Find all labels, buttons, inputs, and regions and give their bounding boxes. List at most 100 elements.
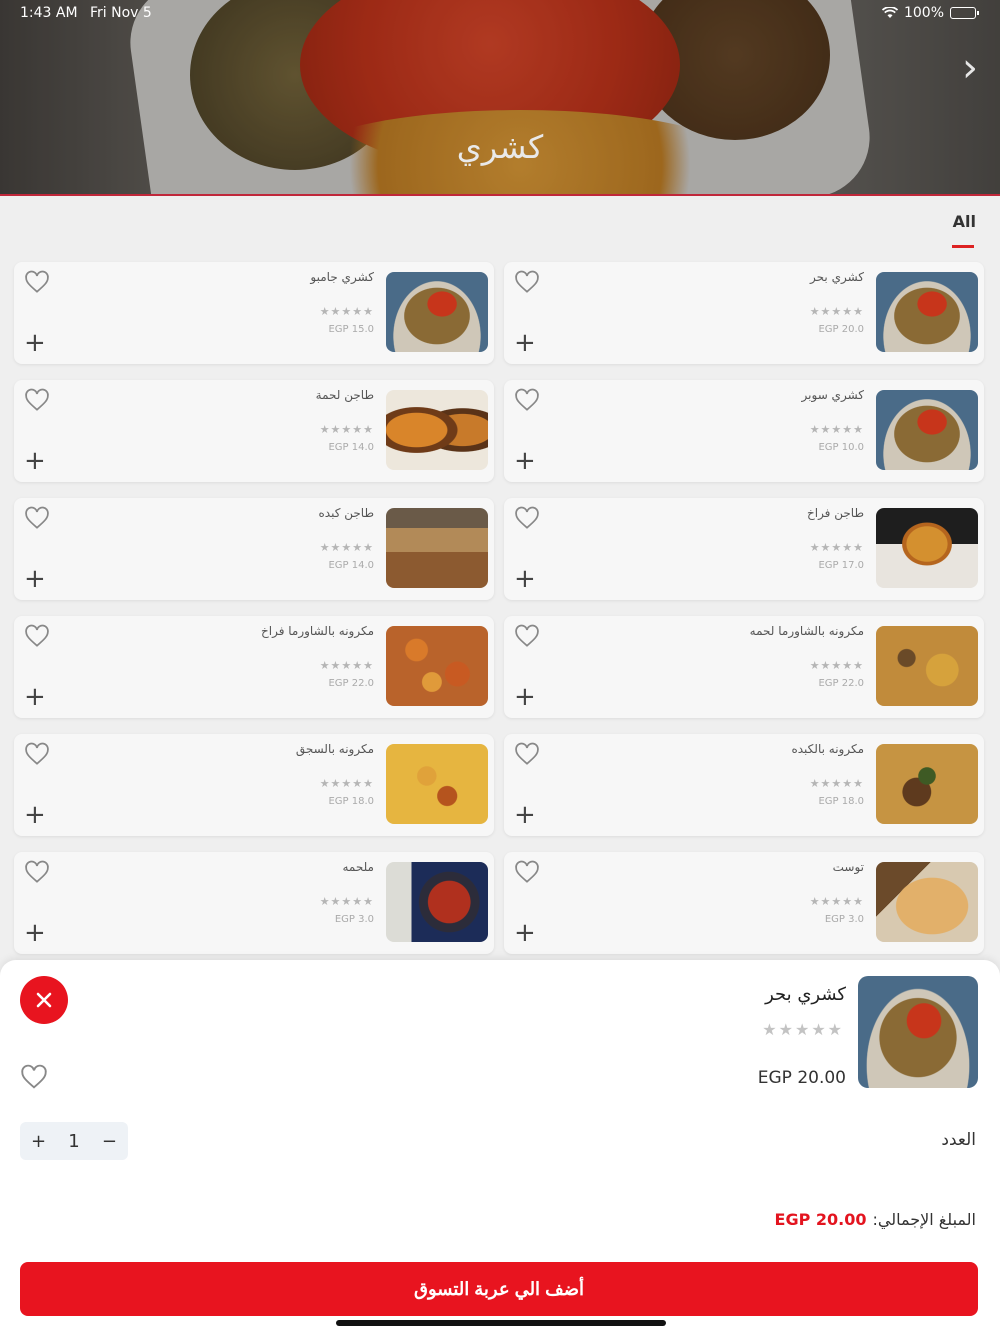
product-name: مكرونه بالشاورما فراخ — [261, 624, 374, 638]
increment-button[interactable]: + — [31, 1131, 46, 1152]
status-date: Fri Nov 5 — [90, 5, 152, 21]
add-icon[interactable]: + — [514, 684, 536, 710]
product-grid: كشري جامبو ★★★★★ EGP 15.0 + كشري بحر ★★★★★ EGP… — [14, 262, 986, 954]
heart-icon[interactable] — [24, 742, 50, 768]
battery-percent: 100% — [903, 5, 944, 21]
rating-stars: ★★★★★ — [809, 777, 864, 790]
product-card[interactable]: طاجن فراخ ★★★★★ EGP 17.0 + — [504, 498, 984, 600]
product-name: طاجن فراخ — [806, 506, 864, 520]
product-price: EGP 17.0 — [818, 560, 864, 571]
add-icon[interactable]: + — [514, 448, 536, 474]
rating-stars: ★★★★★ — [809, 659, 864, 672]
add-icon[interactable]: + — [24, 566, 46, 592]
product-card[interactable]: مكرونه بالشاورما فراخ ★★★★★ EGP 22.0 + — [14, 616, 494, 718]
product-name: كشري بحر — [765, 984, 846, 1005]
product-card[interactable]: كشري سوبر ★★★★★ EGP 10.0 + — [504, 380, 984, 482]
heart-icon[interactable] — [24, 270, 50, 296]
heart-icon[interactable] — [24, 388, 50, 414]
add-icon[interactable]: + — [24, 448, 46, 474]
product-card[interactable]: طاجن لحمة ★★★★★ EGP 14.0 + — [14, 380, 494, 482]
category-hero: كشري › — [0, 0, 1000, 196]
product-thumbnail — [876, 508, 978, 588]
rating-stars: ★★★★★ — [809, 541, 864, 554]
add-icon[interactable]: + — [514, 920, 536, 946]
product-sheet: كشري بحر ★★★★★ EGP 20.00 + 1 − العدد الم… — [0, 960, 1000, 1334]
heart-icon[interactable] — [514, 506, 540, 532]
heart-icon[interactable] — [24, 506, 50, 532]
rating-stars: ★★★★★ — [809, 423, 864, 436]
heart-icon[interactable] — [24, 624, 50, 650]
close-button[interactable] — [20, 976, 68, 1024]
total-label: المبلغ الإجمالي: — [872, 1210, 976, 1229]
category-title: كشري — [456, 128, 544, 166]
rating-stars: ★★★★★ — [762, 1020, 844, 1039]
tab-all[interactable]: All — [953, 212, 976, 231]
product-thumbnail — [876, 862, 978, 942]
close-icon — [36, 992, 52, 1008]
product-card[interactable]: ملحمه ★★★★★ EGP 3.0 + — [14, 852, 494, 954]
heart-icon[interactable] — [514, 742, 540, 768]
product-card[interactable]: مكرونه بالشاورما لحمه ★★★★★ EGP 22.0 + — [504, 616, 984, 718]
status-bar: 1:43 AM Fri Nov 5 100% — [0, 0, 1000, 28]
status-time: 1:43 AM — [20, 5, 78, 21]
total-value: EGP 20.00 — [774, 1210, 867, 1229]
add-to-cart-button[interactable]: أضف الي عربة التسوق — [20, 1262, 978, 1316]
product-price: EGP 3.0 — [824, 914, 864, 925]
product-name: توست — [832, 860, 864, 874]
product-thumbnail — [386, 862, 488, 942]
heart-icon[interactable] — [514, 860, 540, 886]
product-price: EGP 20.00 — [757, 1068, 846, 1088]
product-price: EGP 15.0 — [328, 324, 374, 335]
heart-icon[interactable] — [514, 388, 540, 414]
chevron-right-icon[interactable]: › — [962, 48, 978, 88]
product-name: كشري سوبر — [801, 388, 864, 402]
heart-icon[interactable] — [24, 860, 50, 886]
product-name: طاجن لحمة — [315, 388, 374, 402]
product-card[interactable]: مكرونه بالسجق ★★★★★ EGP 18.0 + — [14, 734, 494, 836]
add-icon[interactable]: + — [24, 684, 46, 710]
rating-stars: ★★★★★ — [319, 659, 374, 672]
rating-stars: ★★★★★ — [319, 895, 374, 908]
decrement-button[interactable]: − — [102, 1131, 117, 1152]
product-name: مكرونه بالسجق — [295, 742, 374, 756]
product-thumbnail — [876, 390, 978, 470]
product-card[interactable]: مكرونه بالكبده ★★★★★ EGP 18.0 + — [504, 734, 984, 836]
add-icon[interactable]: + — [24, 920, 46, 946]
product-price: EGP 3.0 — [334, 914, 374, 925]
product-name: كشري بحر — [810, 270, 864, 284]
product-card[interactable]: توست ★★★★★ EGP 3.0 + — [504, 852, 984, 954]
battery-icon — [950, 7, 979, 19]
quantity-stepper: + 1 − — [20, 1122, 128, 1160]
product-card[interactable]: كشري جامبو ★★★★★ EGP 15.0 + — [14, 262, 494, 364]
rating-stars: ★★★★★ — [809, 305, 864, 318]
product-price: EGP 14.0 — [328, 560, 374, 571]
quantity-label: العدد — [941, 1130, 976, 1150]
product-thumbnail — [876, 744, 978, 824]
rating-stars: ★★★★★ — [809, 895, 864, 908]
product-price: EGP 22.0 — [818, 678, 864, 689]
product-thumbnail — [386, 626, 488, 706]
quantity-value: 1 — [68, 1130, 80, 1152]
product-price: EGP 18.0 — [328, 796, 374, 807]
heart-icon[interactable] — [514, 624, 540, 650]
add-icon[interactable]: + — [24, 802, 46, 828]
add-icon[interactable]: + — [24, 330, 46, 356]
product-thumbnail — [386, 744, 488, 824]
product-thumbnail — [386, 272, 488, 352]
product-price: EGP 14.0 — [328, 442, 374, 453]
add-icon[interactable]: + — [514, 566, 536, 592]
product-thumbnail — [876, 272, 978, 352]
heart-icon[interactable] — [20, 1064, 48, 1092]
add-icon[interactable]: + — [514, 802, 536, 828]
wifi-icon — [881, 7, 898, 18]
tab-active-indicator — [952, 245, 974, 248]
product-price: EGP 22.0 — [328, 678, 374, 689]
add-icon[interactable]: + — [514, 330, 536, 356]
product-card[interactable]: كشري بحر ★★★★★ EGP 20.0 + — [504, 262, 984, 364]
product-name: مكرونه بالكبده — [791, 742, 864, 756]
rating-stars: ★★★★★ — [319, 305, 374, 318]
heart-icon[interactable] — [514, 270, 540, 296]
product-image — [858, 976, 978, 1088]
rating-stars: ★★★★★ — [319, 541, 374, 554]
product-card[interactable]: طاجن كبده ★★★★★ EGP 14.0 + — [14, 498, 494, 600]
